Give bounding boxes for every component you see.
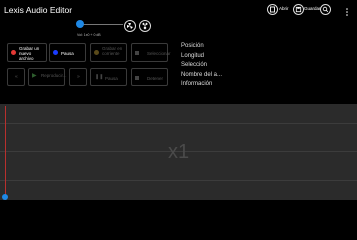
- slider-track: [80, 24, 123, 25]
- waveform-area[interactable]: x1: [0, 104, 357, 200]
- info-length: Longitud: [181, 53, 205, 59]
- playback-cursor[interactable]: [5, 106, 6, 200]
- waveform-grid-line: [0, 123, 357, 124]
- info-selection: Selección: [181, 62, 208, 68]
- info-position: Posición: [181, 43, 204, 49]
- stop-button[interactable]: Detener: [131, 68, 168, 86]
- open-icon: [270, 6, 275, 13]
- select-icon: [135, 51, 139, 55]
- play-selection-label: Reproducir...: [41, 73, 67, 78]
- stop-label: Detener: [147, 76, 164, 81]
- pause-icon: [53, 50, 58, 55]
- record-current-icon: [94, 50, 99, 55]
- effect-button-1[interactable]: [124, 20, 136, 32]
- pause-button[interactable]: Pausa: [49, 43, 86, 62]
- record-icon: [11, 50, 16, 55]
- search-icon: [322, 6, 329, 13]
- save-label[interactable]: Guardar: [304, 6, 321, 11]
- pause2-label: Pausa: [105, 76, 118, 81]
- record-current-button[interactable]: Grabar en corriente: [90, 43, 127, 62]
- save-button[interactable]: [293, 4, 304, 15]
- rewind-icon: «: [15, 74, 18, 80]
- record-new-label: Grabar un nuevo archivo: [19, 46, 40, 61]
- record-new-button[interactable]: Grabar un nuevo archivo: [7, 43, 47, 62]
- search-button[interactable]: [320, 4, 331, 15]
- fan-icon: [127, 23, 133, 29]
- more-menu-button[interactable]: [344, 4, 350, 16]
- pause2-icon: ❚❚: [95, 74, 104, 80]
- volume-readout: Vol: 1x0 + 0 dB: [77, 33, 101, 37]
- zoom-level: x1: [168, 141, 190, 163]
- select-label: Seleccionar: [147, 51, 171, 56]
- effect-button-2[interactable]: [139, 20, 151, 32]
- stop-icon: [135, 76, 139, 80]
- volume-slider[interactable]: [76, 20, 123, 30]
- play-icon: ▶: [32, 73, 37, 79]
- slider-knob[interactable]: [76, 20, 84, 28]
- play-selection-button[interactable]: ▶ Reproducir...: [28, 68, 67, 86]
- forward-button[interactable]: »: [69, 68, 87, 86]
- top-bar: Lexis Audio Editor Abrir Guardar: [0, 0, 357, 18]
- waveform-grid-line: [0, 180, 357, 181]
- pause-label: Pausa: [61, 51, 74, 56]
- app-title: Lexis Audio Editor: [4, 5, 73, 15]
- open-label[interactable]: Abrir: [279, 6, 289, 11]
- info-information: Información: [181, 81, 213, 87]
- more-vertical-icon: [346, 8, 348, 16]
- save-icon: [295, 6, 302, 13]
- open-button[interactable]: [267, 4, 278, 15]
- rewind-button[interactable]: «: [7, 68, 25, 86]
- info-filename: Nombre del a...: [181, 72, 223, 78]
- pause2-button[interactable]: ❚❚ Pausa: [90, 68, 127, 86]
- forward-icon: »: [77, 74, 80, 80]
- cursor-handle[interactable]: [2, 194, 8, 200]
- fan-icon: [142, 22, 148, 30]
- select-button[interactable]: Seleccionar: [131, 43, 171, 62]
- record-current-label: Grabar en corriente: [102, 46, 123, 56]
